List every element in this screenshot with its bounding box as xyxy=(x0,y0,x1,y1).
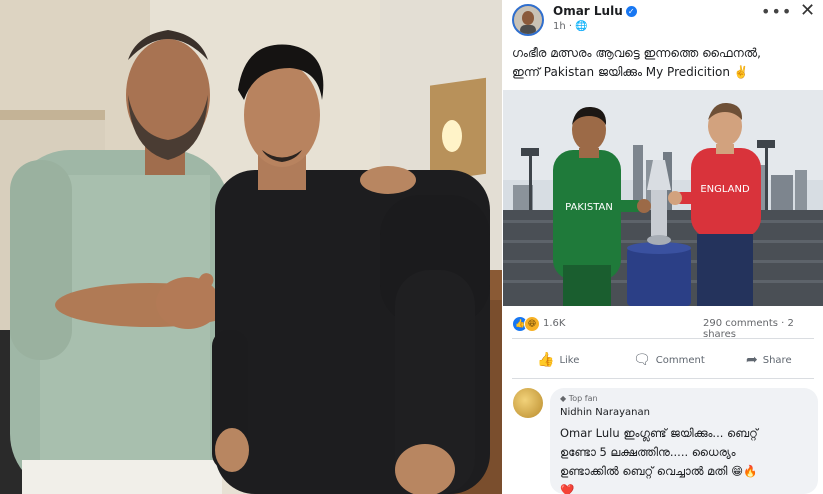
author-name[interactable]: Omar Lulu ✓ xyxy=(553,4,637,18)
share-button[interactable]: ➦ Share xyxy=(746,352,792,368)
photo-illustration xyxy=(0,0,502,494)
caption-line-1: ഗംഭീര മത്സരം ആവട്ടെ ഇന്നത്തെ ഫൈനൽ, xyxy=(512,46,761,60)
reactions-count[interactable]: 1.6K xyxy=(543,318,565,329)
comment-line-1: Omar Lulu ഇംഗ്ലണ്ട് ജയിക്കും... ബെറ്റ് xyxy=(560,424,812,443)
thumbs-up-icon: 👍 xyxy=(537,352,555,368)
comment-line-4: ❤️ xyxy=(560,483,575,494)
comments-shares-count[interactable]: 290 comments · 2 shares xyxy=(703,318,823,340)
avatar-face xyxy=(514,6,542,34)
share-arrow-icon: ➦ xyxy=(746,352,758,368)
commenter-name[interactable]: Nidhin Narayanan xyxy=(560,407,650,418)
post-actions: 👍 Like 🗨 Comment ➦ Share xyxy=(503,344,823,376)
post-caption: ഗംഭീര മത്സരം ആവട്ടെ ഇന്നത്തെ ഫൈനൽ, ഇന്ന്… xyxy=(512,44,817,82)
jersey-right-text: ENGLAND xyxy=(700,184,750,195)
close-icon[interactable]: ✕ xyxy=(800,0,815,21)
comment: ◆ Top fan Nidhin Narayanan Omar Lulu ഇംഗ… xyxy=(503,384,823,494)
globe-icon: 🌐 xyxy=(575,21,588,32)
verified-badge-icon: ✓ xyxy=(625,6,637,17)
comment-line-3: ഉണ്ടാക്കിൽ ബെറ്റ് വെച്ചാൽ മതി 😁🔥 xyxy=(560,464,758,478)
comment-text: Omar Lulu ഇംഗ്ലണ്ട് ജയിക്കും... ബെറ്റ് ഉ… xyxy=(560,424,812,494)
like-button[interactable]: 👍 Like xyxy=(537,352,579,368)
post-image[interactable]: PAKISTAN ENGLAND xyxy=(503,90,823,306)
caption-line-2: ഇന്ന് Pakistan ജയിക്കും My Predicition ✌… xyxy=(512,65,749,79)
post-stats: 👍 😆 1.6K 290 comments · 2 shares xyxy=(503,312,823,340)
divider-top xyxy=(512,338,814,339)
top-fan-label: Top fan xyxy=(568,394,598,403)
mention-link[interactable]: Omar Lulu xyxy=(560,426,620,440)
post-meta: 1h · 🌐 xyxy=(553,21,588,32)
haha-reaction-icon: 😆 xyxy=(524,316,540,332)
author-name-text[interactable]: Omar Lulu xyxy=(553,4,623,18)
captains-trophy-image: PAKISTAN ENGLAND xyxy=(503,90,823,306)
comment-bubble: ◆ Top fan Nidhin Narayanan Omar Lulu ഇംഗ… xyxy=(550,388,818,494)
share-label: Share xyxy=(762,354,792,366)
comment-line-1-text: ഇംഗ്ലണ്ട് ജയിക്കും... ബെറ്റ് xyxy=(619,426,758,440)
comment-bubble-icon: 🗨 xyxy=(633,352,651,368)
like-label: Like xyxy=(559,354,580,366)
commenter-avatar[interactable] xyxy=(513,388,543,418)
photo-two-men xyxy=(0,0,502,494)
divider-bottom xyxy=(512,378,814,379)
top-fan-badge: ◆ Top fan xyxy=(560,394,598,403)
more-options-icon[interactable]: ••• xyxy=(761,2,792,21)
author-avatar[interactable] xyxy=(512,4,544,36)
diamond-icon: ◆ xyxy=(560,394,567,403)
post-time[interactable]: 1h xyxy=(553,21,566,32)
post-header: Omar Lulu ✓ 1h · 🌐 ••• ✕ xyxy=(503,0,823,40)
comment-label: Comment xyxy=(655,354,705,366)
facebook-post: Omar Lulu ✓ 1h · 🌐 ••• ✕ ഗംഭീര മത്സരം ആവട… xyxy=(503,0,823,494)
jersey-left-text: PAKISTAN xyxy=(565,202,613,213)
comment-line-2: ഉണ്ടോ 5 ലക്ഷത്തിനു..... ധൈര്യം xyxy=(560,445,736,459)
comment-button[interactable]: 🗨 Comment xyxy=(633,352,705,368)
reaction-icons[interactable]: 👍 😆 xyxy=(512,316,540,332)
